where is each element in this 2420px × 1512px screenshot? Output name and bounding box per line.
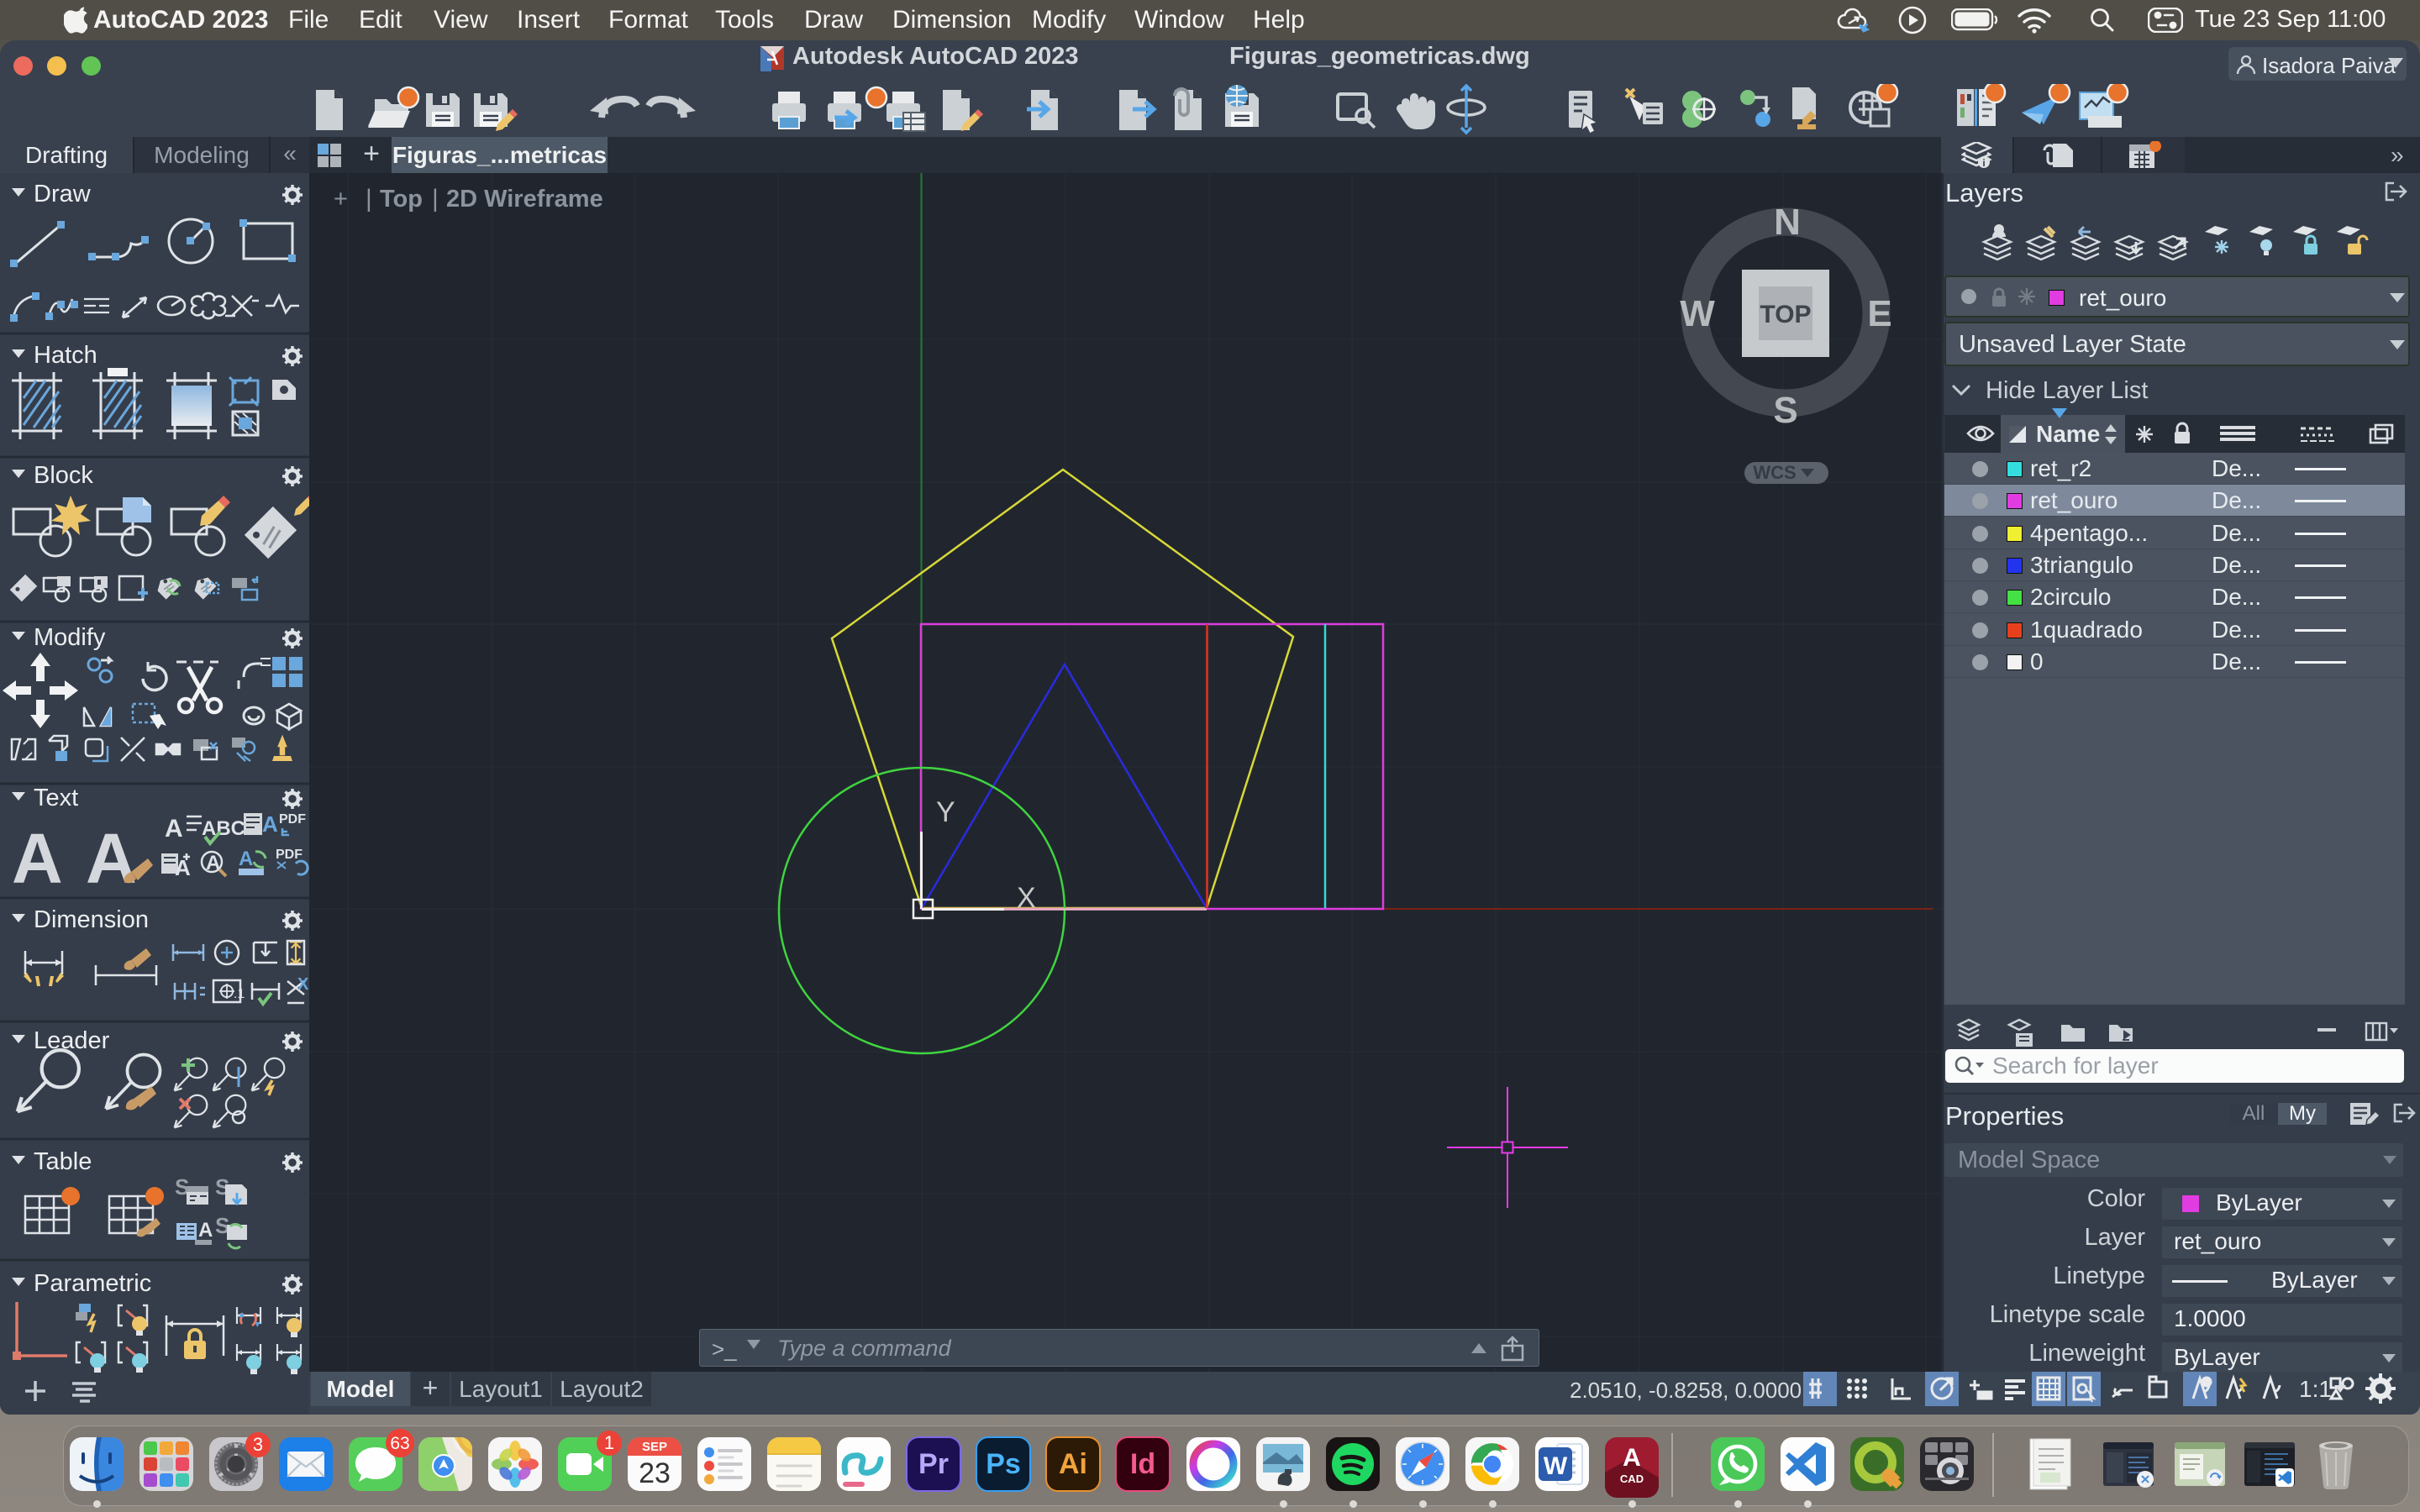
svg-text:A: A bbox=[86, 819, 137, 898]
svg-text:Block: Block bbox=[34, 462, 93, 489]
svg-text:W: W bbox=[1680, 293, 1715, 334]
svg-text:3: 3 bbox=[253, 1434, 263, 1455]
svg-text:S: S bbox=[1773, 390, 1797, 431]
svg-text:A: A bbox=[239, 848, 253, 870]
svg-text:A: A bbox=[165, 815, 183, 843]
svg-text:Table: Table bbox=[34, 1148, 92, 1175]
svg-text:Ai: Ai bbox=[1059, 1448, 1087, 1480]
svg-text:Draw: Draw bbox=[34, 181, 92, 207]
svg-text:CAD: CAD bbox=[1620, 1473, 1644, 1485]
svg-text:Parametric: Parametric bbox=[34, 1270, 151, 1297]
svg-text:63: 63 bbox=[390, 1434, 409, 1453]
svg-text:+: + bbox=[334, 186, 348, 213]
svg-text:E: E bbox=[1867, 293, 1891, 334]
svg-text:SEP: SEP bbox=[642, 1440, 667, 1454]
svg-text:Leader: Leader bbox=[34, 1027, 110, 1054]
svg-text:X: X bbox=[1017, 882, 1036, 914]
svg-text:|: | bbox=[366, 185, 372, 213]
svg-text:W: W bbox=[1544, 1452, 1568, 1480]
svg-text:A: A bbox=[206, 852, 220, 874]
svg-text:Modify: Modify bbox=[34, 624, 106, 651]
svg-text:i: i bbox=[1982, 157, 1985, 169]
svg-text:PDF: PDF bbox=[276, 848, 302, 862]
svg-text:TOP: TOP bbox=[1760, 301, 1811, 328]
svg-text:Dimension: Dimension bbox=[34, 906, 149, 933]
svg-text:A: A bbox=[198, 1219, 213, 1242]
svg-text:X: X bbox=[297, 975, 309, 994]
svg-text:|: | bbox=[432, 185, 439, 213]
svg-text:1: 1 bbox=[604, 1432, 614, 1453]
svg-text:Ps: Ps bbox=[986, 1448, 1021, 1480]
svg-text:Hatch: Hatch bbox=[34, 342, 97, 369]
svg-text:N: N bbox=[1774, 202, 1801, 243]
svg-text:A: A bbox=[175, 855, 191, 880]
svg-text:A: A bbox=[262, 811, 278, 837]
svg-text:Y: Y bbox=[936, 796, 955, 828]
svg-text:WCS: WCS bbox=[1753, 462, 1796, 483]
svg-text:Pr: Pr bbox=[918, 1448, 949, 1480]
svg-text:Text: Text bbox=[34, 785, 78, 811]
svg-text:A: A bbox=[1623, 1444, 1641, 1472]
svg-text:PDF: PDF bbox=[279, 812, 306, 827]
svg-text:ABC: ABC bbox=[202, 817, 245, 840]
svg-text:1:1: 1:1 bbox=[2299, 1376, 2332, 1402]
svg-text:.1: .1 bbox=[234, 987, 245, 1001]
svg-text:2D Wireframe: 2D Wireframe bbox=[446, 186, 603, 213]
svg-text:Top: Top bbox=[380, 186, 423, 213]
svg-text:A: A bbox=[12, 819, 63, 898]
svg-text:23: 23 bbox=[639, 1457, 671, 1489]
svg-text:Id: Id bbox=[1130, 1448, 1155, 1480]
